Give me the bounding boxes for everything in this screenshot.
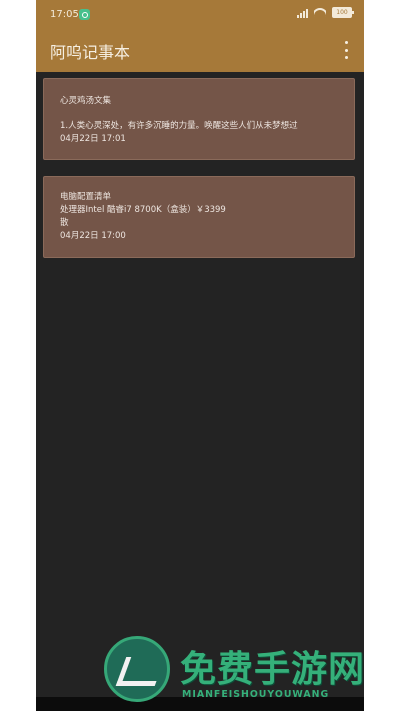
note-body-continued: 散 [60,218,69,228]
note-date: 04月22日 17:00 [60,231,126,241]
app-title: 阿呜记事本 [50,43,131,62]
status-bar: 17:05 100 [36,0,364,30]
phone-screen: 17:05 100 阿呜记事本 心灵鸡汤文集 1.人类心灵深处，有许多沉睡的力量… [36,0,364,711]
wifi-icon [314,8,326,17]
note-title: 电脑配置清单 [60,192,112,202]
note-card[interactable]: 心灵鸡汤文集 1.人类心灵深处，有许多沉睡的力量。唤醒这些人们从未梦想过 04月… [43,78,355,160]
note-body: 处理器Intel 酷睿i7 8700K（盒装）￥3399 [60,205,226,215]
status-icons: 100 [297,7,354,18]
note-title: 心灵鸡汤文集 [60,96,112,106]
note-card[interactable]: 电脑配置清单 处理器Intel 酷睿i7 8700K（盒装）￥3399 散 04… [43,176,355,258]
note-date: 04月22日 17:01 [60,134,126,144]
app-bar: 阿呜记事本 [36,30,364,72]
battery-icon: 100 [332,7,354,18]
note-body: 1.人类心灵深处，有许多沉睡的力量。唤醒这些人们从未梦想过 [60,121,298,131]
shield-icon [79,9,90,20]
watermark-logo-icon [104,636,170,702]
watermark-subtitle: MIANFEISHOUYOUWANG [182,689,330,700]
watermark-title: 免费手游网 [180,648,366,690]
status-time: 17:05 [50,9,79,20]
signal-icon [297,8,308,18]
more-vert-icon[interactable] [342,41,350,59]
